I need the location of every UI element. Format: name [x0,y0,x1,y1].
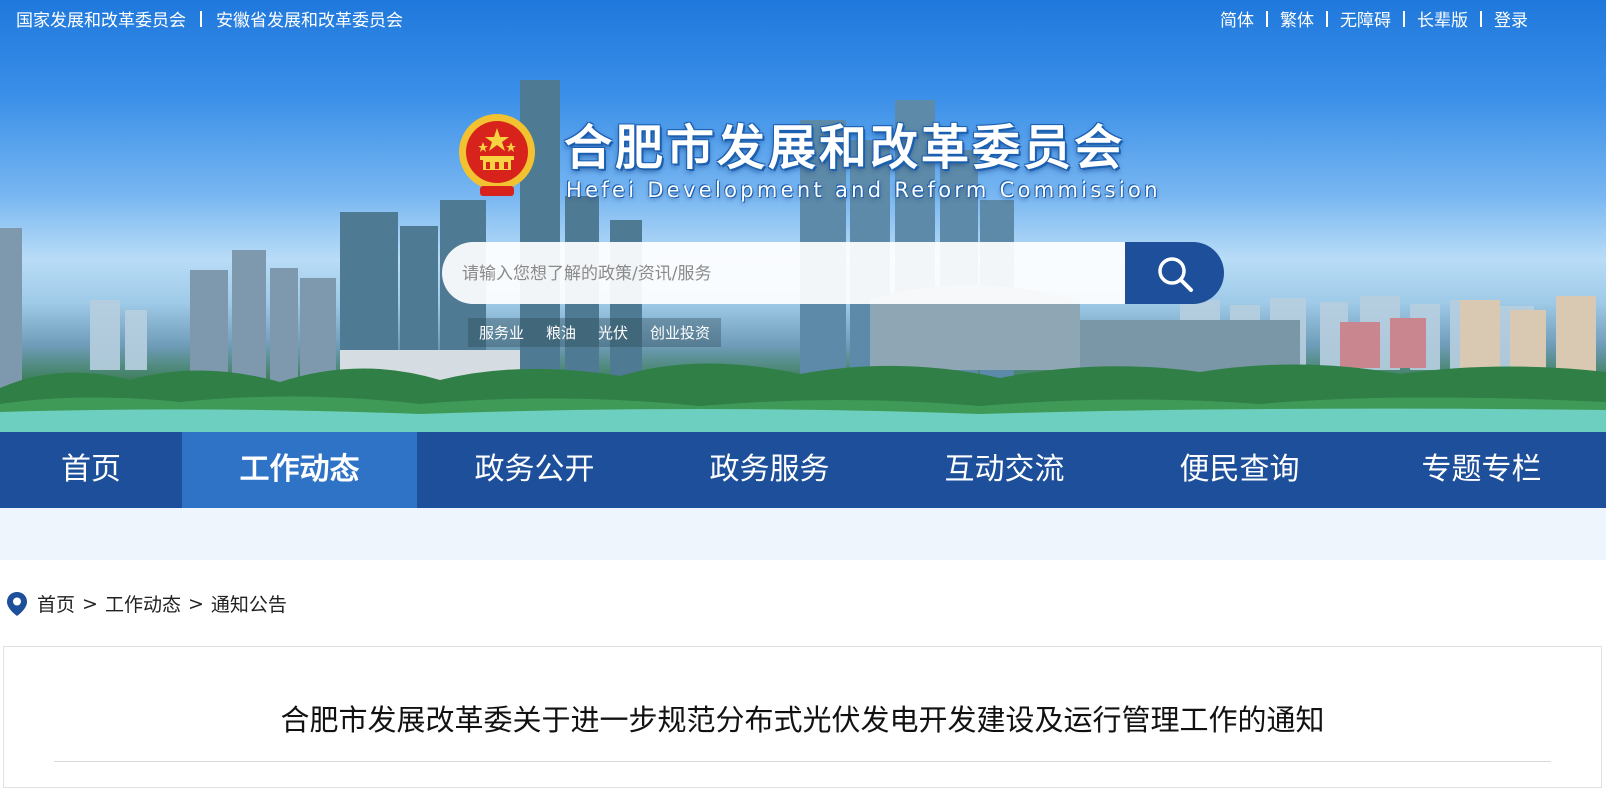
breadcrumb-work-news[interactable]: 工作动态 [105,590,181,617]
breadcrumb-separator: > [187,592,204,615]
link-traditional[interactable]: 繁体 [1280,6,1314,31]
search-button[interactable] [1125,242,1224,304]
search-box [442,242,1125,306]
nav-item-interaction[interactable]: 互动交流 [887,432,1122,508]
link-elder-mode[interactable]: 长辈版 [1417,6,1468,31]
article-title: 合肥市发展改革委关于进一步规范分布式光伏发电开发建设及运行管理工作的通知 [280,703,1325,737]
nav-item-public-query[interactable]: 便民查询 [1122,432,1357,508]
nav-item-home[interactable]: 首页 [0,432,182,508]
link-accessibility[interactable]: 无障碍 [1340,6,1391,31]
title-divider [54,761,1551,762]
breadcrumb: 首页 > 工作动态 > 通知公告 [6,590,287,617]
breadcrumb-home[interactable]: 首页 [37,590,75,617]
content-top-strip [0,508,1606,560]
link-divider [200,10,202,27]
hot-word[interactable]: 创业投资 [639,318,722,347]
link-divider [1403,10,1405,27]
main-nav: 首页 工作动态 政务公开 政务服务 互动交流 便民查询 专题专栏 [0,432,1606,508]
link-anhui-drc[interactable]: 安徽省发展和改革委员会 [216,6,403,31]
national-emblem-icon [459,114,535,196]
search-input[interactable] [460,242,1104,306]
link-divider [1326,10,1328,27]
link-simplified[interactable]: 简体 [1220,6,1254,31]
nav-item-government-affairs[interactable]: 政务公开 [417,432,652,508]
header-banner: 国家发展和改革委员会 安徽省发展和改革委员会 简体 繁体 无障碍 长辈版 登录 … [0,0,1606,432]
link-divider [1480,10,1482,27]
article-card: 合肥市发展改革委关于进一步规范分布式光伏发电开发建设及运行管理工作的通知 [3,646,1602,788]
hot-search-words: 服务业 粮油 光伏 创业投资 [468,318,722,347]
nav-item-government-services[interactable]: 政务服务 [652,432,887,508]
link-login[interactable]: 登录 [1494,6,1528,31]
link-ndrc[interactable]: 国家发展和改革委员会 [16,6,186,31]
nav-item-special-topics[interactable]: 专题专栏 [1357,432,1606,508]
top-links-right: 简体 繁体 无障碍 长辈版 登录 [1220,6,1528,31]
hot-word[interactable]: 粮油 [535,318,588,347]
link-divider [1266,10,1268,27]
breadcrumb-notices[interactable]: 通知公告 [211,590,287,617]
site-title: 合肥市发展和改革委员会 [564,120,1126,176]
breadcrumb-separator: > [82,592,98,615]
top-links-left: 国家发展和改革委员会 安徽省发展和改革委员会 [16,6,403,31]
nav-item-work-news[interactable]: 工作动态 [182,432,417,508]
site-subtitle: Hefei Development and Reform Commission [566,178,1161,202]
location-pin-icon [7,591,27,616]
search-icon [1158,257,1193,292]
hot-word[interactable]: 光伏 [587,318,640,347]
hot-word[interactable]: 服务业 [468,318,536,347]
city-skyline-illustration [0,80,1606,432]
